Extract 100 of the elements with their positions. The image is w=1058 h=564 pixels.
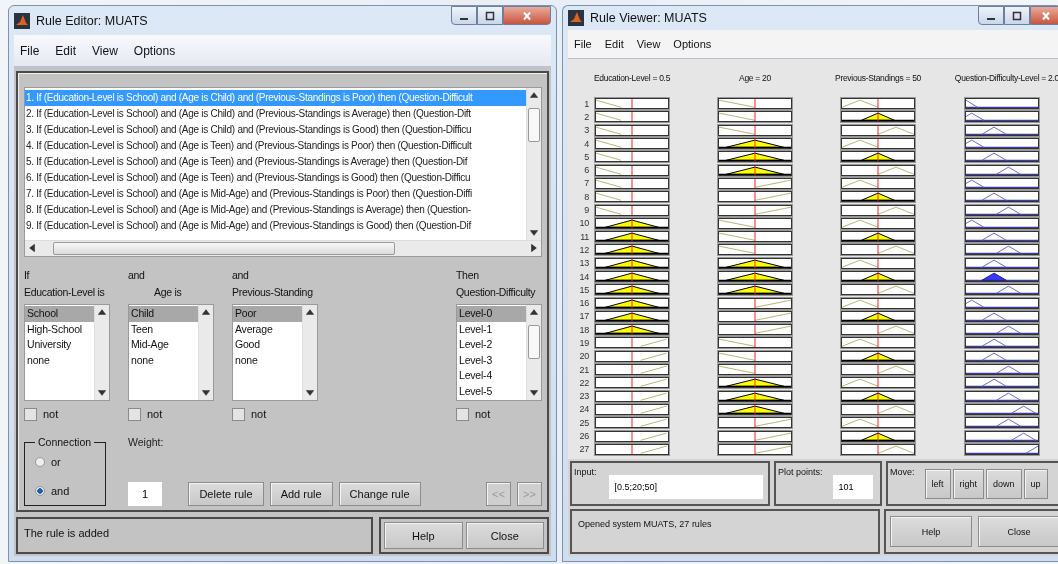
list-item[interactable]: Level-1 [457, 321, 526, 337]
variable-caption: and [232, 268, 250, 283]
menu-item[interactable]: Edit [604, 38, 624, 50]
rule-number: 3 [583, 125, 590, 136]
listbox[interactable]: School High-School University none [24, 304, 110, 401]
menu-item[interactable]: File [20, 43, 40, 58]
move-button[interactable]: up [1023, 469, 1048, 499]
move-button[interactable]: left [924, 469, 951, 499]
list-item[interactable]: High-School [25, 321, 94, 337]
radio-button[interactable]: and [35, 484, 70, 497]
list-item[interactable]: School [25, 306, 94, 322]
menu-item[interactable]: Options [133, 43, 176, 58]
listbox[interactable]: Poor Average Good none [232, 304, 318, 401]
maximize-button[interactable] [1004, 6, 1030, 25]
list-item[interactable]: none [129, 352, 198, 368]
close-button[interactable] [503, 6, 551, 25]
checkbox[interactable]: not [24, 406, 59, 422]
checkbox-icon[interactable] [232, 407, 245, 421]
variable-caption: and [128, 268, 146, 283]
scrollbar[interactable] [302, 305, 317, 400]
rule-item[interactable]: 8. If (Education-Level is School) and (Age is Mid-Age) and (Previous-Standings is Average) then (Question- [25, 202, 526, 218]
list-item[interactable]: Level-2 [457, 337, 526, 353]
radio-icon[interactable] [35, 485, 45, 496]
menu-item[interactable]: File [574, 38, 592, 50]
footer-button[interactable]: Close [465, 522, 544, 549]
scrollbar[interactable] [198, 305, 213, 400]
rule-number: 18 [578, 324, 590, 335]
list-item[interactable]: Poor [233, 306, 302, 322]
list-item[interactable]: Average [233, 321, 302, 337]
radio-icon[interactable] [35, 457, 45, 468]
listbox[interactable]: Child Teen Mid-Age none [128, 304, 214, 401]
menu-item[interactable]: Options [673, 38, 712, 50]
rule-number: 23 [578, 391, 590, 402]
close-button[interactable] [1030, 6, 1058, 25]
rule-list[interactable] [24, 87, 542, 257]
minimize-button[interactable] [451, 6, 477, 25]
checkbox[interactable]: not [456, 406, 491, 422]
scroll-thumb[interactable] [53, 242, 395, 255]
scroll-thumb[interactable] [528, 108, 540, 142]
list-item[interactable]: Good [233, 337, 302, 353]
scrollbar[interactable] [94, 305, 109, 400]
rule-number: 14 [578, 271, 590, 282]
list-item[interactable]: Level-0 [457, 306, 526, 322]
move-label: Move: [889, 466, 916, 479]
list-item[interactable]: Teen [129, 321, 198, 337]
list-item[interactable]: Level-4 [457, 368, 526, 384]
list-item[interactable]: none [233, 352, 302, 368]
action-button[interactable]: Add rule [269, 482, 333, 506]
rule-number: 15 [578, 284, 590, 295]
checkbox-icon[interactable] [456, 407, 469, 421]
close-icon [521, 10, 533, 21]
list-item[interactable]: Child [129, 306, 198, 322]
action-button[interactable]: Change rule [338, 482, 421, 506]
list-item[interactable]: Mid-Age [129, 337, 198, 353]
rule-number: 26 [578, 431, 590, 442]
checkbox[interactable]: not [232, 406, 267, 422]
scroll-thumb[interactable] [528, 325, 540, 359]
menu-item[interactable]: View [636, 38, 661, 50]
input-field[interactable]: [0.5;20;50] [608, 475, 763, 499]
list-item[interactable]: none [25, 352, 94, 368]
rule-item[interactable]: 4. If (Education-Level is School) and (Age is Teen) and (Previous-Standings is Poor) then (Question-Difficult [25, 138, 526, 154]
rule-item[interactable]: 7. If (Education-Level is School) and (Age is Mid-Age) and (Previous-Standings is Poor) then (Question-Diffi [25, 186, 526, 202]
rule-item[interactable]: 3. If (Education-Level is School) and (Age is Child) and (Previous-Standings is Good) then (Question-Difficu [25, 122, 526, 138]
weight-field[interactable]: 1 [128, 482, 162, 506]
plot-points-field[interactable]: 101 [832, 475, 873, 499]
maximize-icon [1011, 10, 1023, 21]
list-item[interactable]: Level-5 [457, 383, 526, 399]
rule-item[interactable]: 6. If (Education-Level is School) and (Age is Teen) and (Previous-Standings is Good) then (Question-Difficu [25, 170, 526, 186]
move-button[interactable]: right [952, 469, 985, 499]
action-button[interactable]: Delete rule [188, 482, 264, 506]
rule-number: 5 [583, 151, 590, 162]
scrollbar[interactable] [526, 88, 541, 240]
variable-heading: Previous-Standings = 50 [835, 73, 921, 85]
menu-item[interactable]: View [92, 43, 118, 58]
rule-item[interactable]: 9. If (Education-Level is School) and (Age is Mid-Age) and (Previous-Standings is Good) then (Question-Dif [25, 218, 526, 234]
variable-label: Age is [153, 285, 183, 300]
footer-button[interactable]: Help [890, 516, 972, 547]
listbox[interactable]: Level-0 Level-1 Level-2 Level-3 Level-4 Level-5 [456, 304, 542, 401]
menu-item[interactable]: Edit [55, 43, 77, 58]
variable-label: Education-Level is [24, 285, 106, 300]
radio-button[interactable]: or [35, 456, 61, 469]
list-item[interactable]: Level-3 [457, 352, 526, 368]
rule-number: 16 [578, 298, 590, 309]
move-button[interactable]: down [986, 469, 1022, 499]
rule-number: 8 [583, 191, 590, 202]
rule-item[interactable]: 2. If (Education-Level is School) and (Age is Child) and (Previous-Standings is Average) then (Question-Dift [25, 106, 526, 122]
checkbox-icon[interactable] [128, 407, 141, 421]
app-icon [568, 10, 584, 26]
rule-item[interactable]: 5. If (Education-Level is School) and (Age is Teen) and (Previous-Standings is Average) then (Question-Dif [25, 154, 526, 170]
footer-button[interactable]: Help [384, 522, 463, 549]
list-item[interactable]: University [25, 337, 94, 353]
variable-caption: Then [456, 268, 480, 283]
scrollbar[interactable] [25, 240, 541, 256]
maximize-button[interactable] [477, 6, 503, 25]
footer-button[interactable]: Close [978, 516, 1058, 547]
minimize-button[interactable] [978, 6, 1004, 25]
checkbox-icon[interactable] [24, 407, 37, 421]
checkbox[interactable]: not [128, 406, 163, 422]
maximize-icon [484, 10, 496, 21]
scrollbar[interactable] [526, 305, 541, 400]
